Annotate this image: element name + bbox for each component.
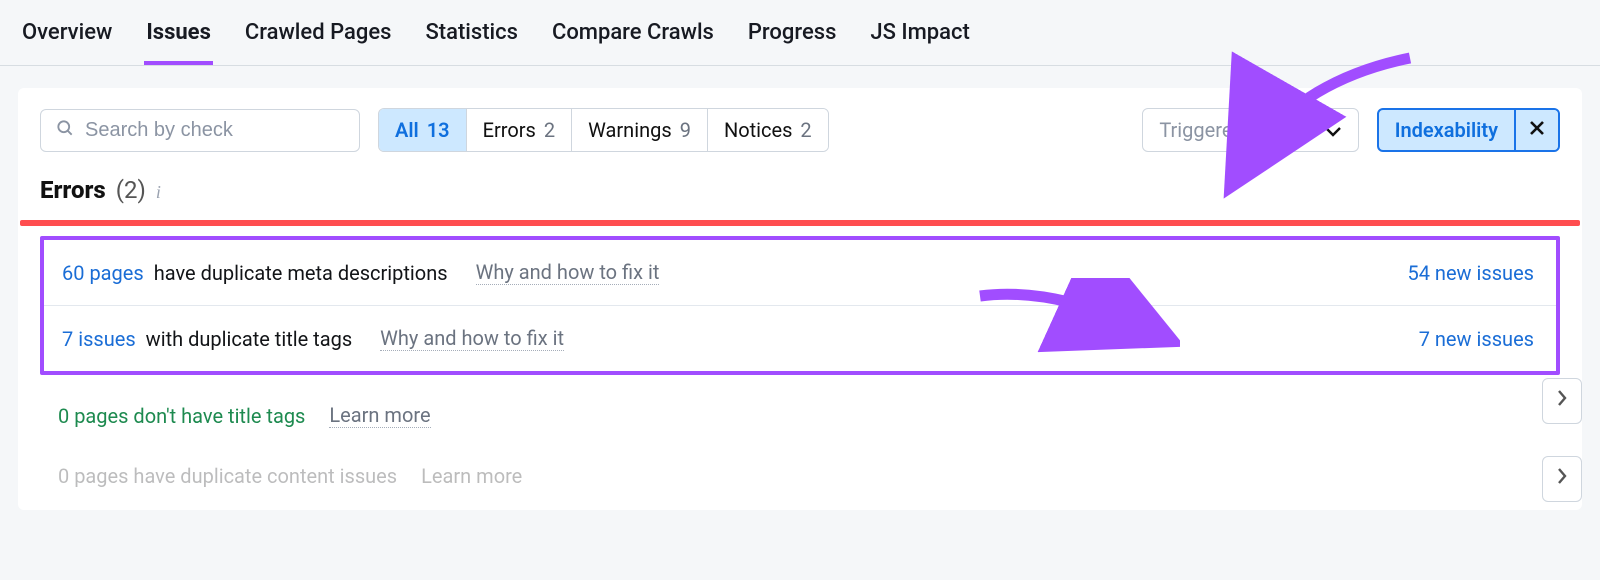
learn-more-link[interactable]: Learn more	[329, 403, 430, 428]
segment-count: 2	[544, 118, 555, 142]
errors-section-header: Errors (2) i	[18, 170, 1582, 220]
segment-count: 2	[800, 118, 811, 142]
search-input[interactable]	[85, 119, 345, 142]
tab-issues[interactable]: Issues	[144, 14, 213, 65]
dropdown-label: Triggered checks	[1159, 118, 1311, 142]
segment-label: Notices	[724, 118, 792, 142]
why-and-how-link[interactable]: Why and how to fix it	[380, 326, 564, 351]
triggered-checks-dropdown[interactable]: Triggered checks	[1142, 108, 1358, 152]
close-icon	[1528, 118, 1546, 142]
chevron-right-icon	[1556, 388, 1568, 414]
faded-row: 0 pages have duplicate content issues Le…	[18, 448, 1582, 510]
filter-chip-label[interactable]: Indexability	[1379, 110, 1514, 150]
segment-notices[interactable]: Notices 2	[708, 109, 828, 151]
learn-more-link[interactable]: Learn more	[421, 464, 522, 488]
new-issues-count[interactable]: 7 new issues	[1419, 327, 1534, 351]
issue-link[interactable]: 7 issues	[62, 327, 136, 351]
tab-overview[interactable]: Overview	[20, 14, 114, 65]
toolbar: All 13 Errors 2 Warnings 9 Notices 2 Tri…	[18, 88, 1582, 170]
ok-row-text: 0 pages don't have title tags	[58, 404, 305, 428]
issue-link[interactable]: 60 pages	[62, 261, 144, 285]
filter-chip-close[interactable]	[1514, 110, 1558, 150]
segment-label: Warnings	[588, 118, 672, 142]
issues-panel: All 13 Errors 2 Warnings 9 Notices 2 Tri…	[18, 88, 1582, 510]
errors-divider	[20, 220, 1580, 226]
highlighted-issues-box: 60 pages have duplicate meta description…	[40, 236, 1560, 375]
faded-row-text: 0 pages have duplicate content issues	[58, 464, 397, 488]
issue-text: have duplicate meta descriptions	[154, 261, 448, 285]
info-icon[interactable]: i	[156, 182, 161, 203]
section-count: (2)	[116, 176, 146, 204]
why-and-how-link[interactable]: Why and how to fix it	[476, 260, 660, 285]
ok-row[interactable]: 0 pages don't have title tags Learn more	[18, 383, 1582, 448]
search-icon	[55, 118, 75, 143]
segment-label: All	[395, 118, 419, 142]
segment-warnings[interactable]: Warnings 9	[572, 109, 708, 151]
section-label: Errors	[40, 176, 106, 204]
issue-row[interactable]: 60 pages have duplicate meta description…	[44, 240, 1556, 305]
tab-js-impact[interactable]: JS Impact	[868, 14, 971, 65]
chevron-right-icon	[1556, 466, 1568, 492]
new-issues-count[interactable]: 54 new issues	[1407, 261, 1534, 285]
chevron-down-icon	[1324, 118, 1342, 142]
segment-count: 13	[427, 118, 450, 142]
expand-row-button[interactable]	[1542, 378, 1582, 424]
tab-statistics[interactable]: Statistics	[423, 14, 520, 65]
main-tabs: Overview Issues Crawled Pages Statistics…	[0, 0, 1600, 66]
active-filter-chip: Indexability Crawlability 25 Indexabilit…	[1377, 108, 1560, 152]
segment-errors[interactable]: Errors 2	[467, 109, 572, 151]
search-box[interactable]	[40, 109, 360, 152]
issue-text: with duplicate title tags	[146, 327, 352, 351]
segment-all[interactable]: All 13	[379, 109, 467, 151]
segment-count: 9	[680, 118, 691, 142]
tab-crawled-pages[interactable]: Crawled Pages	[243, 14, 394, 65]
tab-compare-crawls[interactable]: Compare Crawls	[550, 14, 716, 65]
expand-row-button[interactable]	[1542, 456, 1582, 502]
segment-label: Errors	[483, 118, 536, 142]
filter-segments: All 13 Errors 2 Warnings 9 Notices 2	[378, 108, 829, 152]
issue-row[interactable]: 7 issues with duplicate title tags Why a…	[44, 305, 1556, 371]
tab-progress[interactable]: Progress	[746, 14, 839, 65]
